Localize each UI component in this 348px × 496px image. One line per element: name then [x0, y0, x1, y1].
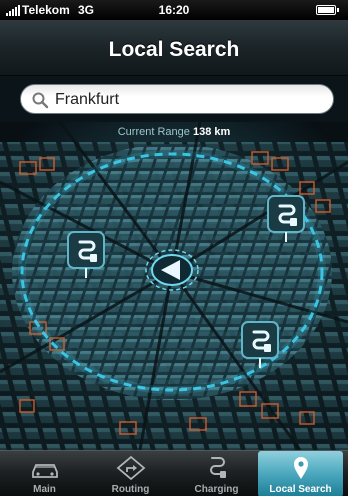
tab-label: Main — [33, 484, 56, 495]
car-icon — [31, 464, 58, 478]
charging-plug-icon — [267, 195, 305, 242]
status-bar: Telekom 3G 16:20 — [0, 0, 348, 20]
search-icon — [32, 92, 49, 109]
location-pin-icon — [293, 457, 308, 479]
navigation-bar: Local Search — [0, 20, 348, 76]
tab-charging[interactable]: Charging — [174, 451, 259, 496]
charging-station-marker[interactable] — [266, 194, 308, 244]
tab-label: Routing — [111, 484, 150, 495]
routing-icon — [116, 455, 145, 481]
charging-station-marker[interactable] — [240, 320, 282, 370]
page-title: Local Search — [108, 38, 240, 61]
status-time: 16:20 — [158, 3, 190, 17]
tab-label: Local Search — [269, 484, 332, 495]
search-input[interactable] — [55, 89, 325, 111]
battery-icon — [316, 5, 339, 15]
tab-routing[interactable]: Routing — [88, 451, 173, 496]
charging-plug-icon — [241, 321, 279, 368]
range-indicator: Current Range 138 km — [0, 126, 348, 138]
charging-plug-icon — [67, 231, 105, 278]
app-screen: Telekom 3G 16:20 Local Search Frankfurt … — [0, 0, 348, 496]
search-area — [0, 76, 348, 122]
map-view[interactable]: Current Range 138 km — [0, 122, 348, 450]
range-value: 138 km — [192, 126, 231, 138]
city-map-3d — [0, 122, 348, 450]
search-box[interactable] — [20, 84, 334, 114]
tab-label: Charging — [194, 484, 239, 495]
tab-bar: Main Routing Charging Local Search — [0, 450, 348, 496]
tab-main[interactable]: Main — [2, 451, 87, 496]
charging-station-marker[interactable] — [66, 230, 108, 280]
range-label: Current Range — [117, 126, 190, 138]
charging-plug-icon — [209, 457, 226, 478]
tab-local-search[interactable]: Local Search — [258, 451, 343, 496]
